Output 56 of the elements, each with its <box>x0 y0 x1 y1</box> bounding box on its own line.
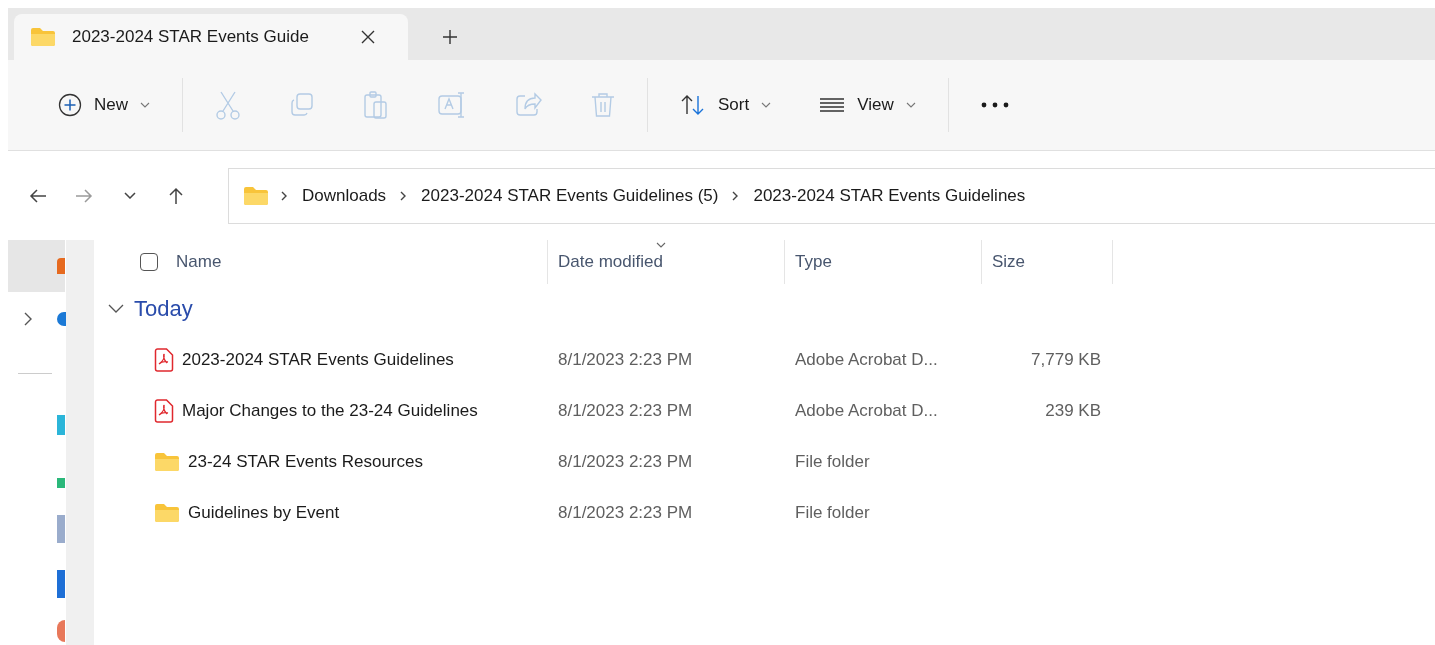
nav-item-highlight[interactable] <box>8 240 65 292</box>
chevron-right-icon <box>281 190 288 201</box>
folder-icon <box>154 502 180 523</box>
group-header[interactable]: Today <box>100 284 193 334</box>
sort-button[interactable]: Sort <box>670 87 782 123</box>
view-button[interactable]: View <box>809 89 926 121</box>
file-name-cell[interactable]: Guidelines by Event <box>100 502 340 523</box>
sort-icon <box>680 93 706 117</box>
new-button[interactable]: New <box>48 87 160 123</box>
breadcrumb[interactable]: 2023-2024 STAR Events Guidelines <box>751 181 1028 210</box>
scissors-icon <box>215 90 241 120</box>
type-cell-text: Adobe Acrobat D... <box>794 400 938 421</box>
plus-circle-icon <box>58 93 82 117</box>
type-cell-text: Adobe Acrobat D... <box>794 349 938 370</box>
date-cell-text: 8/1/2023 2:23 PM <box>557 349 693 370</box>
caret-icon <box>140 102 150 108</box>
pdf-icon <box>154 398 174 423</box>
pdf-icon <box>154 347 174 372</box>
size-cell-text: 239 KB <box>1044 400 1102 421</box>
file-name-cell[interactable]: 23-24 STAR Events Resources <box>100 451 423 472</box>
more-icon <box>980 102 1009 108</box>
file-name-cell[interactable]: Major Changes to the 23-24 Guidelines <box>100 398 478 423</box>
clipboard-icon <box>363 90 389 120</box>
scrollbar[interactable] <box>66 240 94 645</box>
column-header[interactable]: Size <box>982 240 1113 284</box>
column-header[interactable]: Name <box>100 240 548 284</box>
date-cell-text: 8/1/2023 2:23 PM <box>557 400 693 421</box>
copy-icon <box>289 92 315 118</box>
new-tab-icon[interactable] <box>442 29 458 45</box>
list-icon <box>819 95 846 115</box>
type-cell-text: File folder <box>794 451 870 472</box>
breadcrumb[interactable]: 2023-2024 STAR Events Guidelines (5) <box>419 181 721 210</box>
chevron-right-icon <box>732 190 740 201</box>
rename-icon <box>437 91 467 119</box>
window-tab[interactable]: 2023-2024 STAR Events Guide <box>14 14 408 60</box>
column-header[interactable]: Type <box>785 240 982 284</box>
chevron-right-icon <box>400 190 408 201</box>
folder-icon <box>243 185 269 206</box>
date-cell-text: 8/1/2023 2:23 PM <box>557 502 693 523</box>
column-header[interactable]: Date modified <box>548 240 785 284</box>
type-cell-text: File folder <box>794 502 870 523</box>
trash-icon <box>591 91 615 119</box>
caret-icon <box>905 102 916 108</box>
caret-icon <box>761 102 772 108</box>
file-name-cell[interactable]: 2023-2024 STAR Events Guidelines <box>100 347 454 372</box>
address-bar[interactable]: Downloads 2023-2024 STAR Events Guidelines (5) 2023-2024 STAR Events Guidelines <box>228 167 1435 224</box>
close-icon[interactable] <box>360 29 376 45</box>
breadcrumb[interactable]: Downloads <box>300 181 389 210</box>
checkbox[interactable] <box>140 253 158 271</box>
chevron-down-icon <box>124 191 136 199</box>
folder-icon <box>154 451 180 472</box>
folder-icon <box>30 27 56 47</box>
size-cell-text: 7,779 KB <box>1030 349 1102 370</box>
share-icon <box>515 92 543 118</box>
date-cell-text: 8/1/2023 2:23 PM <box>557 451 693 472</box>
expand-icon[interactable] <box>24 312 33 326</box>
